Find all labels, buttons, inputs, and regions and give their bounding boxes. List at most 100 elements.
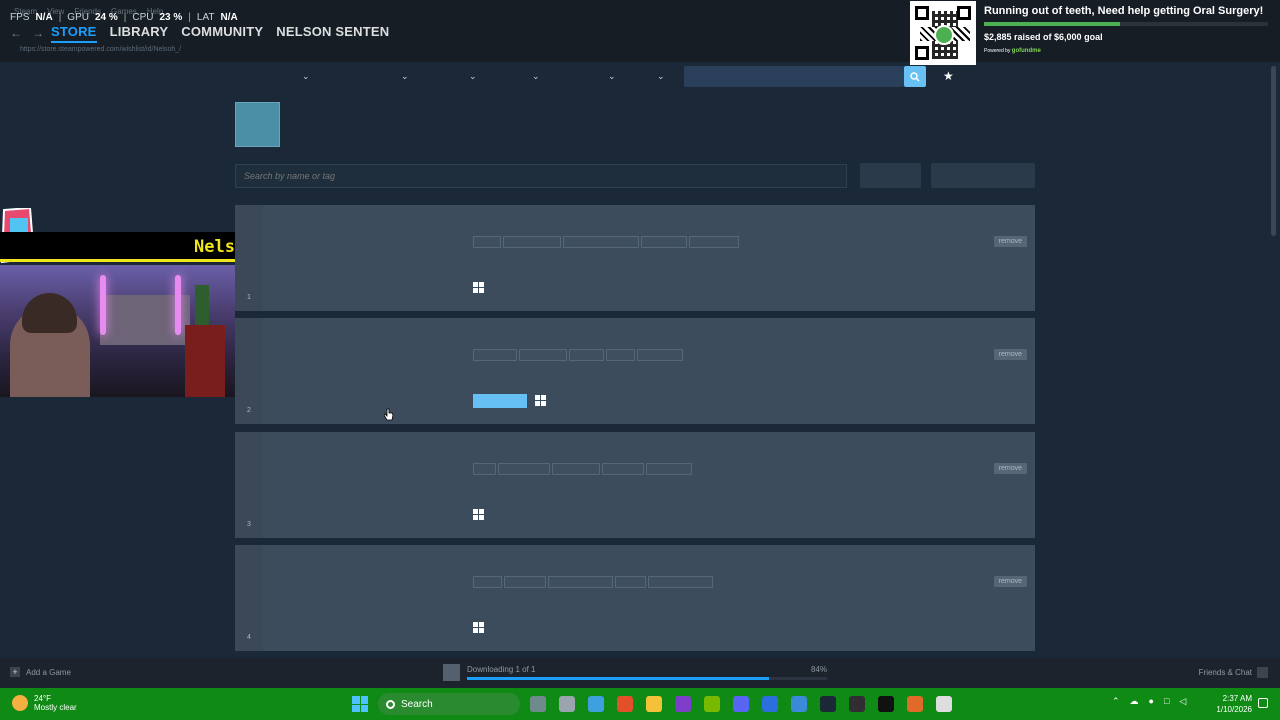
- tag-pill[interactable]: [473, 236, 501, 248]
- wishlist-row[interactable]: 1 remove: [235, 205, 1035, 311]
- download-progress-fill: [467, 677, 770, 680]
- performance-overlay: FPS N/A | GPU 24 % | CPU 23 % | LAT N/A: [10, 12, 238, 23]
- download-game-thumbnail[interactable]: [443, 664, 460, 681]
- wishlist-row[interactable]: 3 remove: [235, 432, 1035, 538]
- capcut-icon[interactable]: [878, 696, 894, 712]
- tag-pill[interactable]: [648, 576, 713, 588]
- drag-handle[interactable]: 3: [235, 432, 263, 538]
- tag-pill[interactable]: [473, 576, 502, 588]
- tag-pill[interactable]: [563, 236, 639, 248]
- edge-icon[interactable]: [762, 696, 778, 712]
- add-game-button[interactable]: + Add a Game: [10, 667, 71, 677]
- remove-button[interactable]: remove: [993, 236, 1027, 247]
- task-view-icon[interactable]: [559, 696, 575, 712]
- add-game-label: Add a Game: [26, 667, 71, 677]
- forward-arrow-icon[interactable]: →: [32, 26, 44, 40]
- nav-arrows: ← →: [10, 26, 44, 40]
- wishlist-star-icon[interactable]: ★: [943, 69, 954, 83]
- tag-pill[interactable]: [519, 349, 567, 361]
- page-scrollbar[interactable]: [1271, 66, 1276, 236]
- volume-icon[interactable]: ◁: [1179, 696, 1186, 707]
- taskbar-search[interactable]: Search: [378, 693, 520, 715]
- chevron-down-icon[interactable]: ⌄: [608, 71, 616, 82]
- tag-pill[interactable]: [552, 463, 600, 475]
- store-search-input[interactable]: [684, 66, 904, 87]
- nvidia-icon[interactable]: [704, 696, 720, 712]
- obs-icon[interactable]: [849, 696, 865, 712]
- app-orange-icon[interactable]: [907, 696, 923, 712]
- tag-pill[interactable]: [602, 463, 644, 475]
- download-progress-bar: [467, 677, 827, 680]
- app-circle-icon[interactable]: [936, 696, 952, 712]
- discord-icon[interactable]: [733, 696, 749, 712]
- notepad-icon[interactable]: [791, 696, 807, 712]
- remove-button[interactable]: remove: [993, 463, 1027, 474]
- drag-handle[interactable]: 1: [235, 205, 263, 311]
- download-status[interactable]: Downloading 1 of 1: [467, 665, 536, 674]
- wishlist-row[interactable]: 4 remove: [235, 545, 1035, 651]
- qr-code-image: [910, 1, 976, 65]
- file-explorer-icon[interactable]: [646, 696, 662, 712]
- chevron-down-icon[interactable]: ⌄: [401, 71, 409, 82]
- tab-community[interactable]: COMMUNITY: [181, 24, 263, 43]
- tag-pill[interactable]: [548, 576, 613, 588]
- download-percent: 84%: [811, 665, 828, 674]
- tag-list: [473, 576, 713, 588]
- webcam-light: [100, 275, 106, 335]
- sort-button[interactable]: [931, 163, 1035, 188]
- chevron-down-icon[interactable]: ⌄: [302, 71, 310, 82]
- tab-store[interactable]: STORE: [51, 24, 97, 43]
- taskbar-clock[interactable]: 2:37 AM 1/10/2026: [1212, 693, 1252, 715]
- remove-button[interactable]: remove: [993, 349, 1027, 360]
- tag-pill[interactable]: [569, 349, 604, 361]
- onedrive-icon[interactable]: ☁: [1130, 696, 1139, 707]
- filter-button[interactable]: [860, 163, 921, 188]
- steam-icon[interactable]: [820, 696, 836, 712]
- tag-pill[interactable]: [637, 349, 683, 361]
- friends-chat-button[interactable]: Friends & Chat: [1199, 667, 1268, 678]
- tab-library[interactable]: LIBRARY: [110, 24, 169, 43]
- taskbar-search-label: Search: [401, 698, 433, 710]
- chevron-up-icon[interactable]: ⌃: [1112, 696, 1120, 707]
- chevron-down-icon[interactable]: ⌄: [532, 71, 540, 82]
- wishlist-row[interactable]: 2 remove: [235, 318, 1035, 424]
- clock-date: 1/10/2026: [1216, 705, 1252, 714]
- tab-profile[interactable]: NELSON SENTEN: [276, 24, 389, 43]
- chevron-down-icon[interactable]: ⌄: [469, 71, 477, 82]
- back-arrow-icon[interactable]: ←: [10, 26, 22, 40]
- tag-pill[interactable]: [606, 349, 635, 361]
- tag-pill[interactable]: [641, 236, 687, 248]
- tag-pill[interactable]: [646, 463, 692, 475]
- tag-pill[interactable]: [615, 576, 646, 588]
- divider: |: [123, 12, 127, 23]
- chevron-down-icon[interactable]: ⌄: [657, 71, 665, 82]
- windows-platform-icon: [473, 509, 484, 520]
- drag-handle[interactable]: 2: [235, 318, 263, 424]
- tag-pill[interactable]: [498, 463, 550, 475]
- tag-pill[interactable]: [473, 349, 517, 361]
- notification-icon[interactable]: [1258, 698, 1268, 708]
- lat-value: N/A: [220, 12, 238, 23]
- copilot-icon[interactable]: [588, 696, 604, 712]
- brave-icon[interactable]: [617, 696, 633, 712]
- tag-pill[interactable]: [503, 236, 561, 248]
- windows-start-icon[interactable]: [352, 696, 368, 712]
- gpu-label: GPU: [67, 12, 89, 23]
- widgets-icon[interactable]: [530, 696, 546, 712]
- app-purple-icon[interactable]: [675, 696, 691, 712]
- mic-icon[interactable]: ●: [1149, 696, 1154, 707]
- remove-button[interactable]: remove: [993, 576, 1027, 587]
- weather-widget[interactable]: 24°F Mostly clear: [12, 694, 77, 712]
- tag-list: [473, 463, 692, 475]
- tag-pill[interactable]: [473, 463, 496, 475]
- wishlist-search-input[interactable]: [235, 164, 847, 188]
- network-icon[interactable]: □: [1164, 696, 1169, 707]
- webcam-feed: [0, 265, 235, 397]
- search-icon: [910, 71, 920, 82]
- webcam-person-hair: [22, 293, 77, 333]
- search-button[interactable]: [904, 66, 926, 87]
- webcam-banner: Nels: [0, 232, 235, 262]
- tag-pill[interactable]: [689, 236, 739, 248]
- drag-handle[interactable]: 4: [235, 545, 263, 651]
- tag-pill[interactable]: [504, 576, 546, 588]
